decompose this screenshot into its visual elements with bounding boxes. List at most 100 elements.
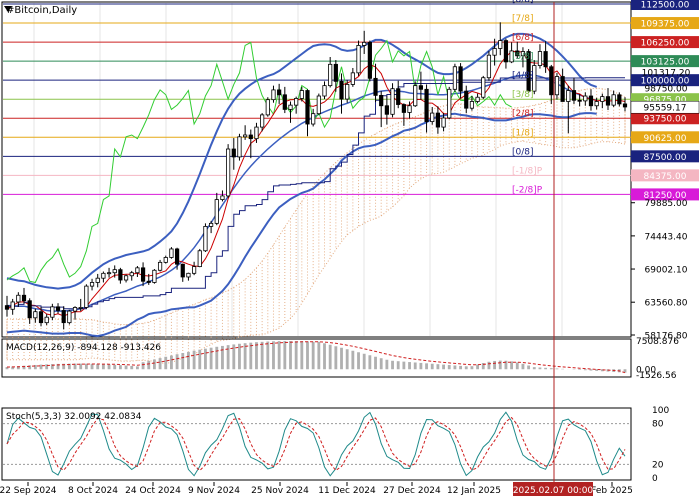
price-axis-label: 98750.00 bbox=[645, 84, 688, 94]
chart-canvas[interactable]: [8/8] [7/8] [6/8] [5/8] [4/8] [3/8] [2/8] [1/8]… bbox=[0, 0, 700, 500]
candle-body bbox=[469, 101, 475, 109]
candle-body bbox=[600, 96, 605, 102]
candle-body bbox=[38, 311, 44, 324]
candle-body bbox=[16, 294, 21, 303]
murray-price-label: 103125.00 bbox=[641, 58, 690, 68]
date-tick-label: 12 Jan 2025 bbox=[447, 486, 501, 496]
candle-body bbox=[492, 48, 497, 56]
candle-body bbox=[498, 40, 503, 49]
stoch-tick-label: 100 bbox=[652, 406, 669, 416]
murray-level-label: [0/8] bbox=[512, 147, 534, 157]
candle-body bbox=[418, 85, 423, 90]
candle-body bbox=[129, 272, 134, 277]
date-tick-label: 8 Oct 2024 bbox=[68, 486, 118, 496]
candle-body bbox=[123, 275, 129, 281]
candle-body bbox=[588, 95, 594, 107]
candle-body bbox=[396, 88, 401, 105]
candle-body bbox=[458, 66, 463, 92]
candle-body bbox=[577, 99, 582, 102]
candle-body bbox=[197, 250, 202, 268]
candle-body bbox=[27, 300, 32, 319]
candle-body bbox=[560, 76, 565, 102]
crosshair-date-box: 2025.02.07 00:00 bbox=[513, 482, 594, 496]
candle-body bbox=[435, 112, 440, 128]
candle-body bbox=[294, 98, 299, 106]
date-tick-label: 24 Oct 2024 bbox=[125, 486, 181, 496]
macd-label: MACD(12,26,9) -894.128 -913.426 bbox=[6, 343, 161, 353]
murray-level-label: [4/8] bbox=[512, 71, 534, 81]
candle-body bbox=[367, 41, 372, 79]
candle-body bbox=[486, 54, 492, 79]
candle-body bbox=[78, 307, 83, 309]
candle-body bbox=[543, 51, 548, 68]
date-tick-label: 22 Sep 2024 bbox=[0, 486, 57, 496]
candle-body bbox=[118, 269, 123, 281]
candle-body bbox=[220, 195, 225, 200]
candle-body bbox=[10, 301, 15, 310]
date-tick-label: Feb 2025 bbox=[591, 486, 633, 496]
candle-body bbox=[265, 99, 270, 116]
candle-body bbox=[594, 101, 599, 107]
candle-body bbox=[50, 306, 55, 318]
candle-body bbox=[316, 95, 321, 115]
candle-body bbox=[583, 95, 588, 102]
candle-body bbox=[146, 280, 151, 283]
candle-body bbox=[163, 257, 168, 263]
candle-body bbox=[356, 45, 361, 74]
candle-body bbox=[21, 294, 27, 302]
price-tick-label: 74443.40 bbox=[645, 232, 688, 242]
macd-tick-label: 7508.876 bbox=[636, 337, 679, 347]
stoch-tick-label: 80 bbox=[652, 420, 664, 430]
candle-body bbox=[617, 94, 622, 105]
candle-body bbox=[311, 113, 316, 125]
candle-body bbox=[373, 77, 378, 96]
candle-body bbox=[464, 90, 469, 109]
murray-price-label: 93750.00 bbox=[644, 115, 687, 125]
price-tick-label: 79885.00 bbox=[645, 199, 688, 209]
candle-body bbox=[424, 88, 429, 122]
murray-price-label: 84375.00 bbox=[644, 172, 687, 182]
candle-body bbox=[33, 311, 38, 319]
candle-body bbox=[61, 310, 66, 324]
candle-body bbox=[44, 316, 49, 324]
date-tick-label: 11 Dec 2024 bbox=[318, 486, 376, 496]
murray-level-label: [5/8] bbox=[512, 52, 534, 62]
murray-price-label: 109375.00 bbox=[641, 20, 690, 30]
candle-body bbox=[537, 51, 543, 66]
stoch-tick-label: 20 bbox=[652, 460, 664, 470]
price-axis-label: 101317.20 bbox=[642, 69, 691, 79]
murray-level-label: [8/8] bbox=[512, 0, 534, 5]
date-tick-label: 25 Nov 2024 bbox=[251, 486, 309, 496]
date-tick-label: 27 Dec 2024 bbox=[383, 486, 441, 496]
candle-body bbox=[481, 77, 486, 98]
candle-body bbox=[622, 103, 628, 108]
candle-body bbox=[95, 277, 100, 283]
candle-body bbox=[260, 114, 265, 128]
current-price-label: 95559.17 bbox=[644, 104, 687, 114]
macd-tick-label: -1526.56 bbox=[636, 371, 677, 381]
candle-body bbox=[209, 222, 214, 227]
candle-body bbox=[72, 307, 78, 312]
candle-body bbox=[362, 41, 367, 46]
candle-body bbox=[413, 85, 418, 107]
murray-level-label: [7/8] bbox=[512, 14, 534, 24]
candle-body bbox=[169, 248, 174, 258]
candle-body bbox=[84, 285, 89, 308]
candle-body bbox=[203, 226, 208, 252]
candle-body bbox=[89, 282, 95, 287]
candle-body bbox=[452, 66, 458, 90]
chart-window: [8/8] [7/8] [6/8] [5/8] [4/8] [3/8] [2/8] [1/8]… bbox=[0, 0, 700, 500]
candle-body bbox=[106, 272, 112, 275]
candle-body bbox=[407, 105, 412, 113]
candle-body bbox=[191, 266, 197, 274]
murray-level-label: [2/8] bbox=[512, 109, 534, 119]
candle-body bbox=[174, 248, 180, 265]
murray-price-label: 112500.00 bbox=[641, 1, 690, 11]
candle-body bbox=[140, 267, 146, 282]
symbol-label: #Bitcoin,Daily bbox=[6, 5, 77, 16]
candle-body bbox=[237, 136, 242, 158]
stoch-tick-label: 0 bbox=[652, 474, 658, 484]
candle-body bbox=[135, 267, 140, 274]
crosshair-date: 2025.02.07 00:00 bbox=[513, 486, 594, 496]
candle-body bbox=[55, 306, 61, 311]
